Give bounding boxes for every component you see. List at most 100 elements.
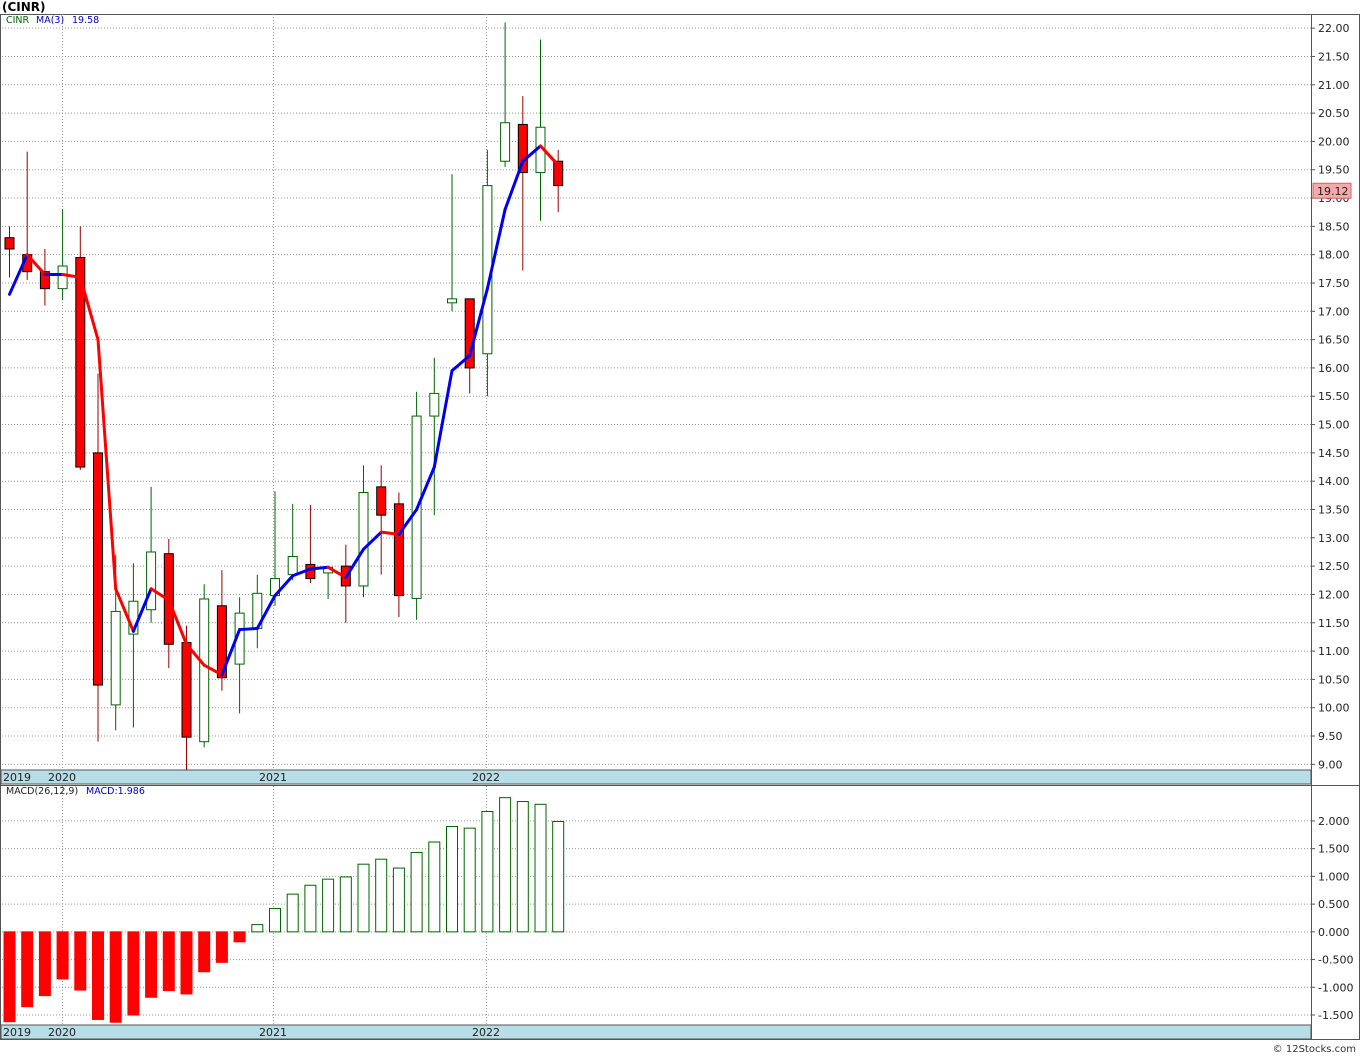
price-tick-label: 12.00	[1318, 588, 1350, 601]
macd-tick-label: 0.500	[1318, 898, 1350, 911]
year-label: 2019	[3, 771, 31, 784]
price-tick-label: 15.50	[1318, 390, 1350, 403]
year-label: 2020	[48, 1026, 76, 1039]
candle-body	[93, 452, 103, 686]
macd-bar	[410, 852, 423, 933]
price-date-band	[0, 769, 1312, 785]
candle-body	[393, 503, 404, 597]
candle-body	[181, 642, 192, 738]
candle-body	[199, 598, 210, 743]
price-tick-label: 18.50	[1318, 220, 1350, 233]
candle-body	[110, 610, 121, 706]
year-label: 2022	[472, 1026, 500, 1039]
price-tick-label: 16.50	[1318, 334, 1350, 347]
price-tick-label: 19.50	[1318, 164, 1350, 177]
macd-tick-label: 1.000	[1318, 870, 1350, 883]
macd-bar	[145, 931, 158, 998]
macd-bar	[286, 893, 299, 933]
last-price-value: 19.12	[1317, 185, 1349, 198]
candle-body	[146, 551, 157, 611]
candle-body	[57, 265, 68, 290]
price-tick-label: 14.00	[1318, 475, 1350, 488]
year-label: 2022	[472, 771, 500, 784]
macd-bar	[109, 931, 122, 1023]
candle-body	[447, 298, 457, 304]
macd-bar	[74, 931, 87, 991]
price-tick-label: 15.00	[1318, 419, 1350, 432]
candle-body	[4, 237, 15, 250]
ma-segment	[8, 253, 29, 296]
macd-bar	[392, 867, 405, 933]
macd-bar	[180, 931, 193, 995]
macd-bar	[56, 931, 69, 980]
macd-bar	[481, 811, 494, 933]
candle-body	[500, 122, 511, 162]
ma-legend-label: MA(3)	[36, 15, 65, 26]
price-tick-label: 16.00	[1318, 362, 1350, 375]
macd-tick-label: -1.500	[1318, 1009, 1353, 1022]
price-tick-label: 10.50	[1318, 673, 1350, 686]
candle-body	[429, 392, 440, 417]
macd-bar	[21, 931, 34, 1008]
macd-bar	[215, 931, 228, 963]
price-tick-label: 11.00	[1318, 645, 1350, 658]
candle-body	[287, 556, 298, 576]
year-label: 2020	[48, 771, 76, 784]
price-tick-label: 13.00	[1318, 532, 1350, 545]
macd-bar	[162, 931, 175, 992]
price-tick-label: 12.50	[1318, 560, 1350, 573]
macd-bar	[127, 931, 140, 1016]
macd-bar	[269, 908, 281, 933]
macd-bar	[552, 820, 565, 933]
price-tick-label: 21.00	[1318, 79, 1350, 92]
price-tick-label: 9.50	[1318, 730, 1343, 743]
macd-legend-value: MACD:1.986	[86, 786, 145, 797]
price-tick-label: 17.50	[1318, 277, 1350, 290]
macd-bar	[446, 825, 458, 933]
chart-title: (CINR)	[2, 0, 46, 14]
macd-bar	[375, 858, 388, 933]
macd-bar	[534, 803, 547, 933]
year-label: 2021	[259, 771, 287, 784]
price-tick-label: 10.00	[1318, 702, 1350, 715]
macd-bar	[339, 876, 352, 933]
price-tick-label: 22.00	[1318, 22, 1350, 35]
macd-bar	[499, 797, 512, 933]
price-tick-label: 18.00	[1318, 249, 1350, 262]
price-tick-label: 13.50	[1318, 504, 1350, 517]
ma-segment	[308, 565, 330, 571]
macd-bar	[251, 924, 264, 933]
macd-bar	[38, 931, 51, 997]
macd-bar	[92, 931, 104, 1020]
ma-legend-value: 19.58	[72, 15, 100, 26]
macd-date-band	[0, 1024, 1312, 1040]
macd-bar	[3, 931, 16, 1023]
macd-bar	[304, 884, 317, 933]
ma-segment	[238, 626, 259, 632]
macd-legend-label: MACD(26,12,9)	[6, 786, 79, 797]
price-tick-label: 20.00	[1318, 135, 1350, 148]
macd-bar	[463, 827, 476, 933]
macd-bar	[233, 931, 246, 943]
price-tick-label: 21.50	[1318, 50, 1350, 63]
symbol-legend: CINR	[6, 15, 30, 26]
macd-bar	[357, 863, 370, 933]
macd-tick-label: 0.000	[1318, 926, 1350, 939]
outer-frame	[0, 14, 1360, 1040]
macd-bar	[516, 801, 529, 933]
year-label: 2019	[3, 1026, 31, 1039]
year-label: 2021	[259, 1026, 287, 1039]
macd-bar	[322, 878, 335, 933]
macd-tick-label: 1.500	[1318, 843, 1350, 856]
price-tick-label: 20.50	[1318, 107, 1350, 120]
macd-tick-label: 2.000	[1318, 815, 1350, 828]
ma-segment	[503, 159, 525, 211]
macd-bar	[198, 931, 211, 973]
macd-bar	[428, 841, 441, 933]
price-tick-label: 11.50	[1318, 617, 1350, 630]
macd-tick-label: -0.500	[1318, 954, 1353, 967]
candle-body	[376, 486, 387, 516]
chart-canvas: 9.00 9.50 10.00 10.50 11.00 11.50 12.00 12.50 13…	[0, 14, 1360, 1040]
price-tick-label: 14.50	[1318, 447, 1350, 460]
price-tick-label: 9.00	[1318, 758, 1343, 771]
